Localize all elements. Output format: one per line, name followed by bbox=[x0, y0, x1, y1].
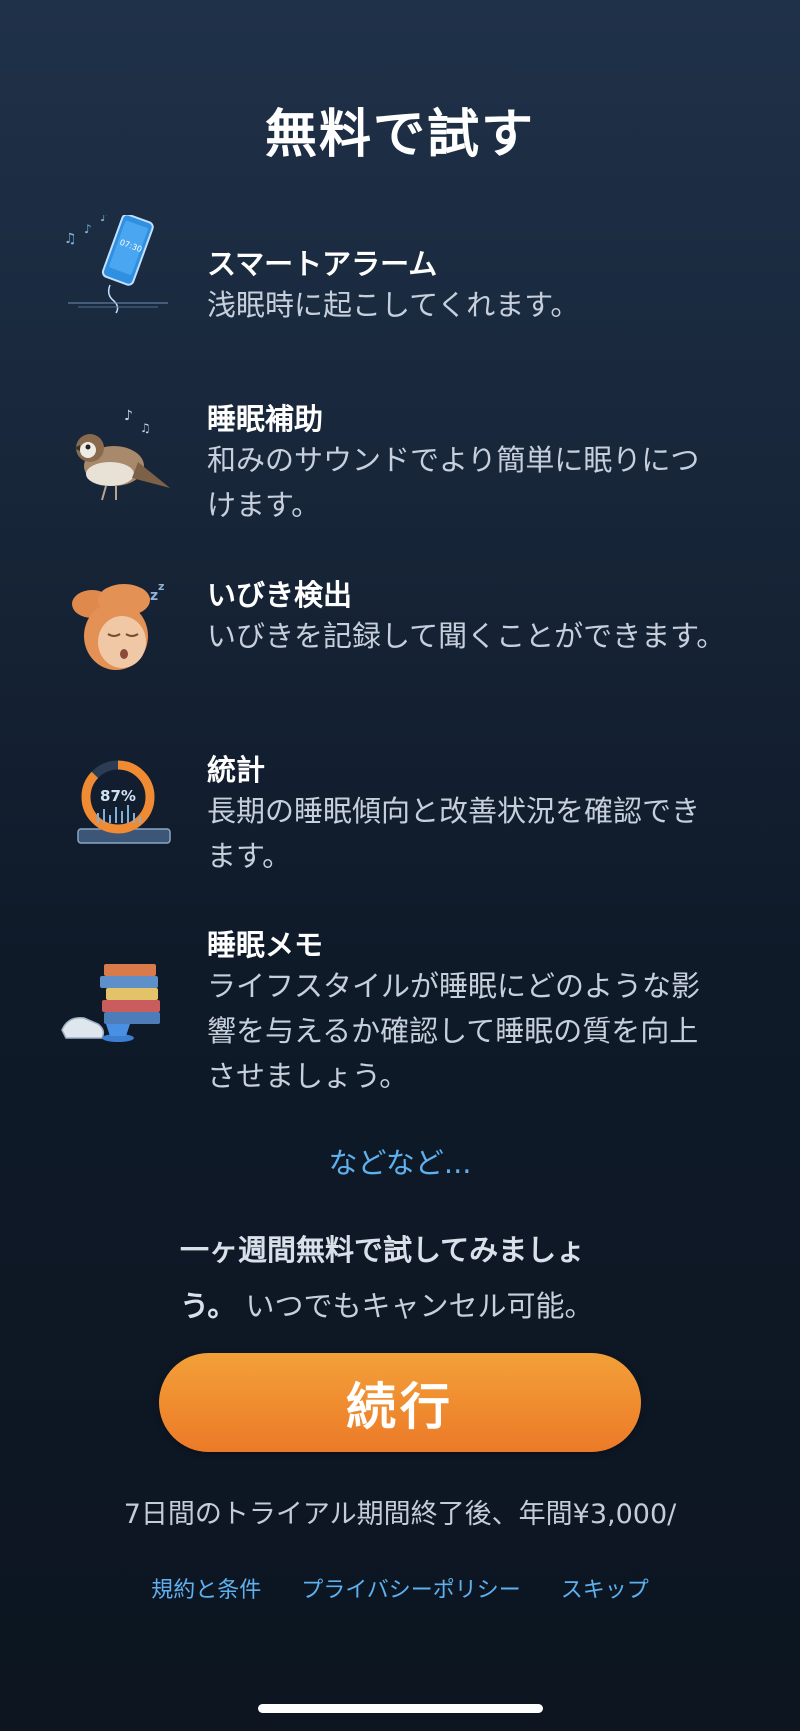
privacy-policy-link[interactable]: プライバシーポリシー bbox=[301, 1572, 521, 1604]
svg-text:z: z bbox=[158, 580, 164, 593]
feature-title: 睡眠メモ bbox=[207, 928, 324, 962]
trial-normal-text: いつでもキャンセル可能。 bbox=[245, 1289, 594, 1323]
feature-title: スマートアラーム bbox=[207, 247, 438, 281]
svg-text:z: z bbox=[150, 588, 158, 604]
skip-link[interactable]: スキップ bbox=[561, 1572, 649, 1604]
books-sneaker-cup-icon bbox=[58, 946, 178, 1066]
svg-text:♪: ♪ bbox=[124, 408, 133, 424]
more-features-link[interactable]: などなど... bbox=[0, 1140, 800, 1182]
terms-link[interactable]: 規約と条件 bbox=[151, 1572, 261, 1604]
feature-description: ライフスタイルが睡眠にどのような影響を与えるか確認して睡眠の質を向上させましょう… bbox=[207, 969, 701, 1093]
footer-links: 規約と条件 プライバシーポリシー スキップ bbox=[0, 1572, 800, 1604]
feature-title: いびき検出 bbox=[207, 578, 353, 612]
home-indicator[interactable] bbox=[258, 1704, 543, 1713]
price-text: 7日間のトライアル期間終了後、年間¥3,000/ bbox=[123, 1499, 677, 1530]
snoring-face-icon: z z bbox=[58, 574, 178, 694]
svg-text:♫: ♫ bbox=[64, 231, 77, 247]
feature-description: いびきを記録して聞くことができます。 bbox=[207, 619, 726, 653]
smartphone-alarm-icon: ♫ ♪ ♪ 07:30 bbox=[58, 210, 178, 335]
continue-button[interactable]: 続行 bbox=[159, 1353, 641, 1452]
gauge-label: 87% bbox=[100, 787, 136, 805]
page-title: 無料で試す bbox=[264, 105, 535, 165]
statistics-gauge-icon: 87% bbox=[58, 751, 178, 871]
feature-description: 浅眠時に起こしてくれます。 bbox=[207, 288, 580, 322]
feature-description: 長期の睡眠傾向と改善状況を確認できます。 bbox=[207, 794, 701, 873]
trial-message: 一ヶ週間無料で試してみましょう。 いつでもキャンセル可能。 bbox=[180, 1222, 620, 1334]
feature-description: 和みのサウンドでより簡単に眠りにつけます。 bbox=[207, 443, 700, 522]
feature-title: 睡眠補助 bbox=[207, 402, 324, 436]
svg-text:♪: ♪ bbox=[84, 222, 92, 236]
sparrow-bird-icon: ♪ ♫ bbox=[58, 402, 178, 522]
svg-text:♪: ♪ bbox=[100, 215, 108, 224]
svg-text:♫: ♫ bbox=[140, 421, 151, 435]
feature-title: 統計 bbox=[207, 753, 266, 787]
